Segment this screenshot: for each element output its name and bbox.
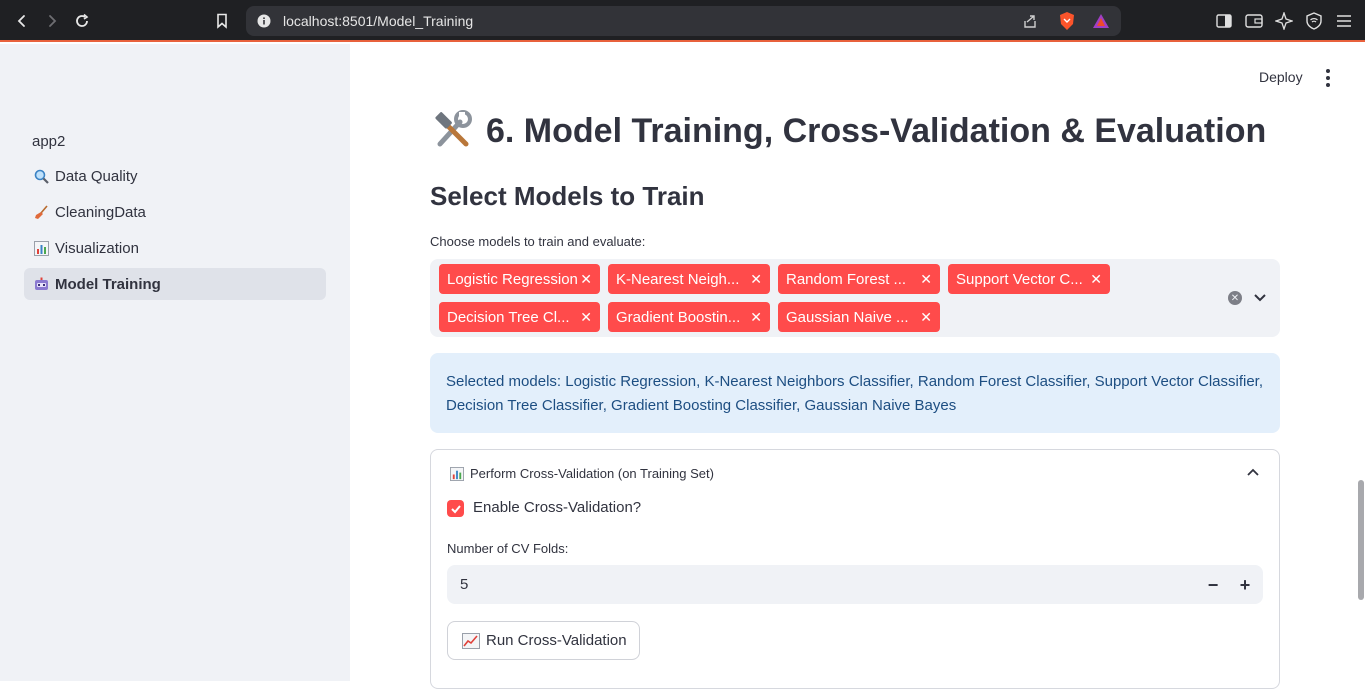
model-tag[interactable]: Random Forest ... ✕ xyxy=(778,264,940,294)
remove-tag-icon[interactable]: ✕ xyxy=(920,309,932,326)
back-icon[interactable] xyxy=(10,9,34,33)
sidebar-item-cleaningdata[interactable]: CleaningData xyxy=(24,196,326,228)
wallet-icon[interactable] xyxy=(1242,9,1266,33)
run-cross-validation-button[interactable]: Run Cross-Validation xyxy=(447,621,640,660)
sidebar-item-label: Model Training xyxy=(55,275,161,293)
page-title: 6. Model Training, Cross-Validation & Ev… xyxy=(432,110,1266,152)
chevron-down-icon[interactable] xyxy=(1252,289,1268,305)
vpn-icon[interactable] xyxy=(1302,9,1326,33)
hammer-wrench-icon xyxy=(432,110,474,152)
reload-icon[interactable] xyxy=(70,9,94,33)
model-tag[interactable]: Logistic Regression ✕ xyxy=(439,264,600,294)
broom-icon xyxy=(33,204,49,220)
sidebar-item-label: Data Quality xyxy=(55,167,138,185)
clear-all-icon[interactable]: ✕ xyxy=(1228,291,1242,305)
models-multiselect[interactable]: Logistic Regression ✕ K-Nearest Neigh...… xyxy=(430,259,1280,337)
sidebar-item-label: Visualization xyxy=(55,239,139,257)
sidebar-item-data-quality[interactable]: Data Quality xyxy=(24,160,326,192)
model-tag[interactable]: Gaussian Naive ... ✕ xyxy=(778,302,940,332)
sidebar: app2 Data Quality CleaningData Visualiza… xyxy=(0,44,350,681)
cv-folds-label: Number of CV Folds: xyxy=(447,541,569,556)
cross-validation-expander: Perform Cross-Validation (on Training Se… xyxy=(430,449,1280,689)
sidebar-toggle-icon[interactable] xyxy=(1212,9,1236,33)
remove-tag-icon[interactable]: ✕ xyxy=(750,271,762,288)
expander-title: Perform Cross-Validation (on Training Se… xyxy=(470,466,714,481)
site-info-icon[interactable] xyxy=(257,14,271,33)
url-text: localhost:8501/Model_Training xyxy=(283,13,474,29)
decrement-button[interactable]: − xyxy=(1199,571,1227,599)
sidebar-title: app2 xyxy=(32,133,66,150)
brave-rewards-icon[interactable] xyxy=(1092,12,1110,35)
browser-toolbar: localhost:8501/Model_Training xyxy=(0,0,1365,42)
remove-tag-icon[interactable]: ✕ xyxy=(1090,271,1102,288)
model-tag[interactable]: Support Vector C... ✕ xyxy=(948,264,1110,294)
chevron-up-icon[interactable] xyxy=(1246,466,1260,480)
cv-folds-input[interactable]: 5 − + xyxy=(447,565,1263,604)
share-icon[interactable] xyxy=(1022,13,1038,34)
forward-icon[interactable] xyxy=(40,9,64,33)
tab-accent-line xyxy=(0,40,1365,42)
sidebar-item-label: CleaningData xyxy=(55,203,146,221)
increment-button[interactable]: + xyxy=(1231,571,1259,599)
cv-folds-value[interactable]: 5 xyxy=(460,576,468,593)
chart-increasing-icon xyxy=(462,632,480,649)
multiselect-label: Choose models to train and evaluate: xyxy=(430,234,646,249)
model-tag[interactable]: Decision Tree Cl... ✕ xyxy=(439,302,600,332)
remove-tag-icon[interactable]: ✕ xyxy=(580,309,592,326)
model-tag[interactable]: Gradient Boostin... ✕ xyxy=(608,302,770,332)
address-bar[interactable]: localhost:8501/Model_Training xyxy=(246,6,1121,36)
leo-ai-icon[interactable] xyxy=(1272,9,1296,33)
menu-icon[interactable] xyxy=(1332,9,1356,33)
expander-header[interactable]: Perform Cross-Validation (on Training Se… xyxy=(450,466,714,481)
section-heading: Select Models to Train xyxy=(430,181,705,211)
page-title-text: 6. Model Training, Cross-Validation & Ev… xyxy=(486,111,1267,150)
enable-cv-checkbox[interactable] xyxy=(447,500,464,517)
checkbox-label: Enable Cross-Validation? xyxy=(473,499,642,516)
remove-tag-icon[interactable]: ✕ xyxy=(580,271,592,288)
remove-tag-icon[interactable]: ✕ xyxy=(750,309,762,326)
remove-tag-icon[interactable]: ✕ xyxy=(920,271,932,288)
selected-models-info: Selected models: Logistic Regression, K-… xyxy=(430,353,1280,433)
model-tag[interactable]: K-Nearest Neigh... ✕ xyxy=(608,264,770,294)
sidebar-item-visualization[interactable]: Visualization xyxy=(24,232,326,264)
button-label: Run Cross-Validation xyxy=(486,632,627,649)
magnifier-icon xyxy=(33,168,49,184)
page-scrollbar[interactable] xyxy=(1358,480,1364,600)
deploy-button[interactable]: Deploy xyxy=(1248,67,1314,89)
robot-icon xyxy=(33,276,49,292)
main-menu-icon[interactable] xyxy=(1318,67,1338,89)
bar-chart-icon xyxy=(33,240,49,256)
bar-chart-icon xyxy=(450,466,464,481)
bookmark-icon[interactable] xyxy=(210,9,234,33)
sidebar-item-model-training[interactable]: Model Training xyxy=(24,268,326,300)
brave-shield-icon[interactable] xyxy=(1058,11,1076,36)
